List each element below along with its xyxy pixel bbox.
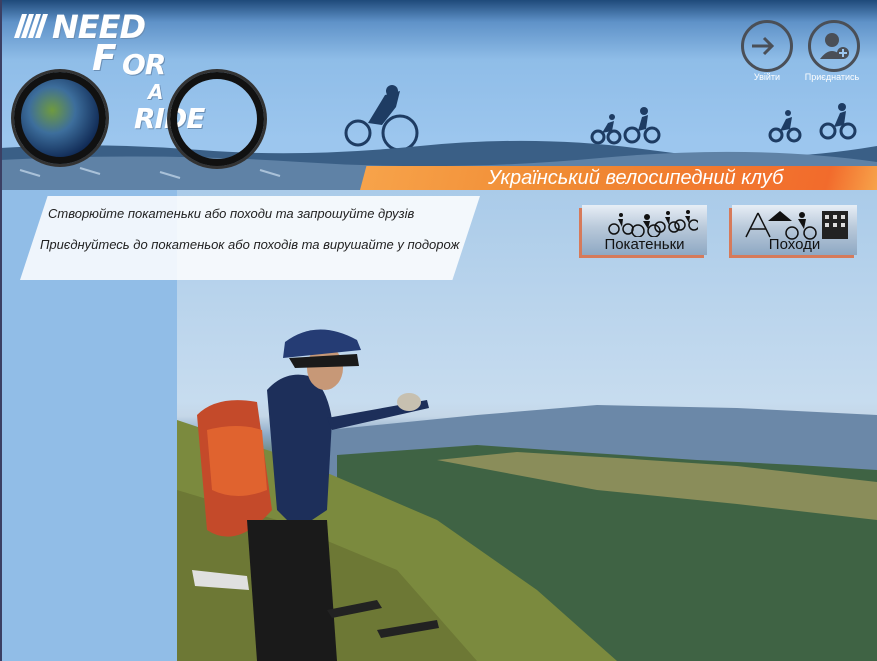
bike-wheel-icon bbox=[170, 72, 264, 166]
globe-wheel-icon bbox=[14, 72, 106, 164]
logo-stripes-icon bbox=[14, 14, 48, 38]
logo-f: F bbox=[92, 38, 117, 79]
rides-button[interactable]: Покатеньки bbox=[582, 205, 707, 255]
login-button[interactable] bbox=[741, 20, 793, 72]
club-title: Український велосипедний клуб bbox=[488, 167, 784, 189]
intro-line-create: Створюйте покатеньки або походи та запро… bbox=[48, 206, 415, 221]
trips-label[interactable]: Походи bbox=[732, 236, 857, 253]
login-label[interactable]: Увійти bbox=[744, 72, 790, 82]
login-arrow-icon bbox=[752, 36, 775, 56]
add-user-icon bbox=[820, 33, 849, 59]
logo-a: A bbox=[148, 80, 164, 104]
intro-line-join: Приєднуйтесь до покатеньок або походів т… bbox=[40, 237, 460, 252]
group-cyclists-icon bbox=[608, 210, 698, 237]
rides-label[interactable]: Покатеньки bbox=[582, 236, 707, 253]
page-edge bbox=[0, 0, 2, 661]
join-button[interactable] bbox=[808, 20, 860, 72]
site-header: NEED F OR A RIDE Увійти Приєднатись Укра… bbox=[0, 0, 877, 190]
trips-button[interactable]: Походи bbox=[732, 205, 857, 255]
logo-or: OR bbox=[122, 48, 166, 81]
join-label[interactable]: Приєднатись bbox=[800, 72, 864, 82]
